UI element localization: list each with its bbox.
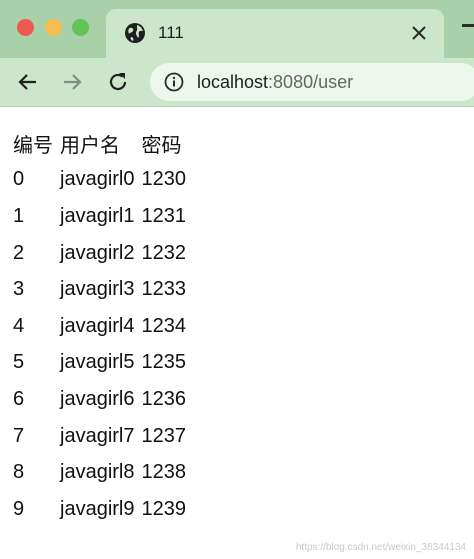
users-table: 编号 用户名 密码 0 javagirl0 1230 1 javagirl1 1… <box>10 125 190 528</box>
globe-icon <box>124 22 146 44</box>
cell-username: javagirl6 <box>60 387 135 410</box>
cell-password: 1230 <box>141 168 186 191</box>
table-row: 9 javagirl9 1239 <box>10 491 190 528</box>
table-row: 0 javagirl0 1230 <box>10 162 190 199</box>
address-text[interactable]: localhost:8080/user <box>197 72 353 93</box>
table-header-row: 编号 用户名 密码 <box>10 125 190 162</box>
watermark: https://blog.csdn.net/weixin_36344134 <box>295 542 466 553</box>
toolbar: localhost:8080/user <box>0 58 474 107</box>
cell-id: 4 <box>13 314 25 337</box>
header-password: 密码 <box>141 134 182 157</box>
address-bar[interactable]: localhost:8080/user <box>150 63 474 101</box>
cell-username: javagirl4 <box>60 314 135 337</box>
table-row: 1 javagirl1 1231 <box>10 198 190 235</box>
cell-password: 1237 <box>141 424 186 447</box>
cell-username: javagirl8 <box>60 461 135 484</box>
window-minimize-button[interactable] <box>45 19 62 36</box>
tab-active[interactable]: 111 <box>106 9 444 58</box>
cell-password: 1234 <box>141 314 186 337</box>
cell-id: 8 <box>13 461 25 484</box>
cell-password: 1239 <box>141 497 186 520</box>
cell-username: javagirl5 <box>60 351 135 374</box>
cell-id: 5 <box>13 351 25 374</box>
reload-icon[interactable] <box>105 69 131 95</box>
table-row: 5 javagirl5 1235 <box>10 345 190 382</box>
window-close-button[interactable] <box>17 19 34 36</box>
cell-password: 1238 <box>141 461 186 484</box>
cell-password: 1231 <box>141 204 186 227</box>
cell-username: javagirl7 <box>60 424 135 447</box>
header-username: 用户名 <box>60 134 120 157</box>
table-row: 8 javagirl8 1238 <box>10 454 190 491</box>
window-zoom-button[interactable] <box>72 19 89 36</box>
cell-id: 6 <box>13 387 25 410</box>
browser-window: 111 localhost:8080/user 编号 用户名 密码 0 java… <box>0 0 474 559</box>
url-path: :8080/user <box>268 72 354 92</box>
cell-id: 0 <box>13 168 25 191</box>
tab-strip: 111 <box>0 0 474 58</box>
close-icon[interactable] <box>408 22 430 44</box>
cell-username: javagirl2 <box>60 241 135 264</box>
cell-id: 9 <box>13 497 25 520</box>
cell-id: 3 <box>13 278 25 301</box>
tab-title: 111 <box>158 23 184 42</box>
cell-password: 1233 <box>141 278 186 301</box>
cell-username: javagirl0 <box>60 168 135 191</box>
new-tab-button[interactable] <box>462 24 474 27</box>
cell-username: javagirl1 <box>60 204 135 227</box>
url-host: localhost <box>197 72 269 92</box>
info-icon[interactable] <box>164 72 184 92</box>
table-row: 3 javagirl3 1233 <box>10 271 190 308</box>
cell-username: javagirl3 <box>60 278 135 301</box>
cell-password: 1232 <box>141 241 186 264</box>
cell-password: 1235 <box>141 351 186 374</box>
cell-password: 1236 <box>141 387 186 410</box>
cell-id: 2 <box>13 241 25 264</box>
table-row: 4 javagirl4 1234 <box>10 308 190 345</box>
cell-id: 1 <box>13 204 25 227</box>
back-arrow-icon[interactable] <box>15 69 41 95</box>
forward-arrow-icon[interactable] <box>59 69 85 95</box>
page-content: 编号 用户名 密码 0 javagirl0 1230 1 javagirl1 1… <box>0 107 474 559</box>
cell-username: javagirl9 <box>60 497 135 520</box>
table-row: 2 javagirl2 1232 <box>10 235 190 272</box>
header-id: 编号 <box>13 134 53 157</box>
table-row: 7 javagirl7 1237 <box>10 418 190 455</box>
table-row: 6 javagirl6 1236 <box>10 381 190 418</box>
cell-id: 7 <box>13 424 25 447</box>
